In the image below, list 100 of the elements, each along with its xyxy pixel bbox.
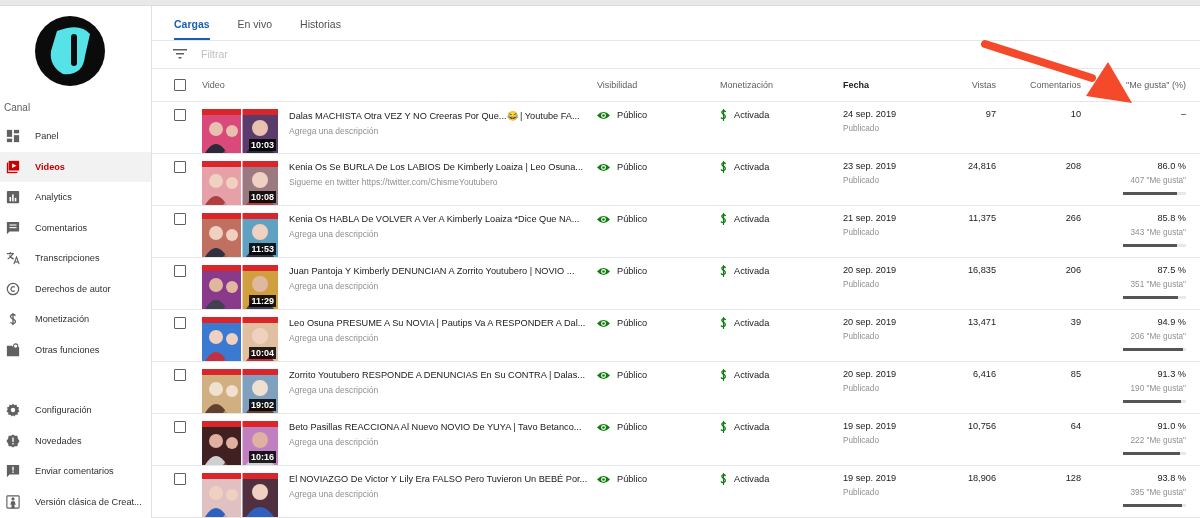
section-label: Canal xyxy=(3,101,32,115)
publish-status: Publicado xyxy=(843,384,880,393)
monetization-status[interactable]: Activada xyxy=(734,422,770,432)
sidebar-item[interactable]: Transcripciones xyxy=(0,243,151,274)
visibility-status[interactable]: Público xyxy=(617,318,648,328)
checkbox[interactable] xyxy=(174,421,186,433)
checkbox[interactable] xyxy=(174,265,186,277)
sidebar-item[interactable]: Comentarios xyxy=(0,212,151,243)
video-description: Agrega una descripción xyxy=(289,126,380,136)
sidebar-item[interactable]: Panel xyxy=(0,121,151,152)
sidebar-item[interactable]: Otras funciones xyxy=(0,334,151,365)
view-count: 11,375 xyxy=(968,213,996,223)
sidebar-item[interactable]: Configuración xyxy=(0,395,151,426)
checkbox[interactable] xyxy=(174,161,186,173)
upload-date: 19 sep. 2019 xyxy=(843,421,898,431)
video-title[interactable]: Leo Osuna PRESUME A Su NOVIA | Pautips Va A RESPONDER A Dal... xyxy=(289,318,586,328)
view-count: 18,906 xyxy=(967,473,996,483)
sidebar-item[interactable]: Enviar comentarios xyxy=(0,456,151,487)
video-description: Sigueme en twitter https://twitter.com/ChismeYoutubero xyxy=(289,177,499,187)
upload-date: 24 sep. 2019 xyxy=(843,109,898,119)
checkbox[interactable] xyxy=(174,317,186,329)
video-icon xyxy=(6,159,20,174)
eye-icon xyxy=(597,422,610,432)
monetization-status[interactable]: Activada xyxy=(734,162,770,172)
column-header[interactable]: "Me gusta" (%) xyxy=(1126,79,1186,90)
like-count: 407 "Me gusta" xyxy=(1130,176,1186,185)
monetization-status[interactable]: Activada xyxy=(734,266,770,276)
visibility-status[interactable]: Público xyxy=(617,370,648,380)
tab[interactable]: Cargas xyxy=(174,18,210,41)
comment-count: 64 xyxy=(1070,421,1081,431)
eye-icon xyxy=(597,110,610,120)
checkbox[interactable] xyxy=(174,473,186,485)
like-count: 395 "Me gusta" xyxy=(1130,488,1186,497)
dollar-icon xyxy=(720,369,727,381)
video-description: Agrega una descripción xyxy=(289,229,380,239)
monetization-status[interactable]: Activada xyxy=(734,318,770,328)
alert-badge-icon xyxy=(6,433,20,448)
column-header[interactable]: Video xyxy=(202,79,225,90)
copyright-icon xyxy=(6,281,20,296)
checkbox[interactable] xyxy=(174,213,186,225)
video-title[interactable]: Zorrito Youtubero RESPONDE A DENUNCIAS En Su CONTRA | Dalas... xyxy=(289,370,585,380)
video-title[interactable]: Beto Pasillas REACCIONA Al Nuevo NOVIO De YUYA | Tavo Betanco... xyxy=(289,422,582,432)
video-title[interactable]: Kenia Os HABLA De VOLVER A Ver A Kimberly Loaiza *Dice Que NA... xyxy=(289,214,580,224)
column-header[interactable]: Fecha xyxy=(843,79,869,90)
monetization-status[interactable]: Activada xyxy=(734,370,770,380)
sidebar-item[interactable]: Versión clásica de Creat... xyxy=(0,486,151,517)
visibility-status[interactable]: Público xyxy=(617,422,648,432)
dollar-icon xyxy=(720,421,727,433)
checkbox[interactable] xyxy=(174,109,186,121)
visibility-status[interactable]: Público xyxy=(617,214,648,224)
monetization-status[interactable]: Activada xyxy=(734,214,770,224)
publish-status: Publicado xyxy=(843,436,880,445)
dollar-icon xyxy=(720,473,727,485)
visibility-status[interactable]: Público xyxy=(617,110,648,120)
video-duration: 11:53 xyxy=(249,243,276,255)
publish-status: Publicado xyxy=(843,488,880,497)
like-percentage: 87.5 % xyxy=(1157,265,1186,275)
like-percentage: 93.8 % xyxy=(1157,473,1186,483)
checkbox[interactable] xyxy=(174,369,186,381)
translate-icon xyxy=(6,251,20,266)
monetization-status[interactable]: Activada xyxy=(734,110,770,120)
video-title[interactable]: El NOVIAZGO De Victor Y Lily Era FALSO Pero Tuvieron Un BEBÉ Por... xyxy=(289,474,588,484)
tab[interactable]: En vivo xyxy=(237,18,273,41)
upload-date: 20 sep. 2019 xyxy=(843,369,898,379)
sidebar-item[interactable]: Derechos de autor xyxy=(0,273,151,304)
checkbox[interactable] xyxy=(174,78,186,91)
sidebar-item[interactable]: Monetización xyxy=(0,304,151,335)
video-duration: 10:16 xyxy=(248,451,276,463)
column-header[interactable]: Comentarios xyxy=(1029,79,1081,90)
publish-status: Publicado xyxy=(843,228,880,237)
video-description: Agrega una descripción xyxy=(289,333,380,343)
video-title[interactable]: Kenia Os Se BURLA De Los LABIOS De Kimberly Loaiza | Leo Osuna... xyxy=(289,162,583,172)
visibility-status[interactable]: Público xyxy=(617,266,648,276)
monetization-status[interactable]: Activada xyxy=(734,474,770,484)
visibility-status[interactable]: Público xyxy=(617,162,648,172)
video-duration: 10:08 xyxy=(248,191,276,203)
column-header[interactable]: Vistas xyxy=(971,79,996,90)
upload-date: 21 sep. 2019 xyxy=(843,213,898,223)
like-count: 190 "Me gusta" xyxy=(1130,384,1186,393)
view-count: 16,835 xyxy=(967,265,996,275)
settings-icon xyxy=(6,403,20,418)
filter-icon[interactable] xyxy=(173,49,187,60)
like-count: 222 "Me gusta" xyxy=(1130,436,1186,445)
video-duration: 11:29 xyxy=(249,295,276,307)
visibility-status[interactable]: Público xyxy=(617,474,648,484)
tab[interactable]: Historias xyxy=(300,18,341,41)
column-header[interactable]: Visibilidad xyxy=(597,79,638,90)
sidebar-item[interactable]: Novedades xyxy=(0,425,151,456)
channel-logo-icon xyxy=(35,16,105,86)
sidebar-item[interactable]: Videos xyxy=(0,151,151,182)
like-percentage: 91.3 % xyxy=(1157,369,1186,379)
like-percentage: 85.8 % xyxy=(1157,213,1186,223)
folder-search-icon xyxy=(6,342,20,357)
video-title[interactable]: Juan Pantoja Y Kimberly DENUNCIAN A Zorrito Youtubero | NOVIO ... xyxy=(289,266,575,276)
sidebar-item[interactable]: Analytics xyxy=(0,182,151,213)
view-count: 97 xyxy=(985,109,996,119)
column-header[interactable]: Monetización xyxy=(720,79,774,90)
video-title[interactable]: Dalas MACHISTA Otra VEZ Y NO Creeras Por Que...😂 | Youtube FA... xyxy=(289,110,580,121)
comment-count: 128 xyxy=(1065,473,1081,483)
comment-count: 208 xyxy=(1065,161,1081,171)
